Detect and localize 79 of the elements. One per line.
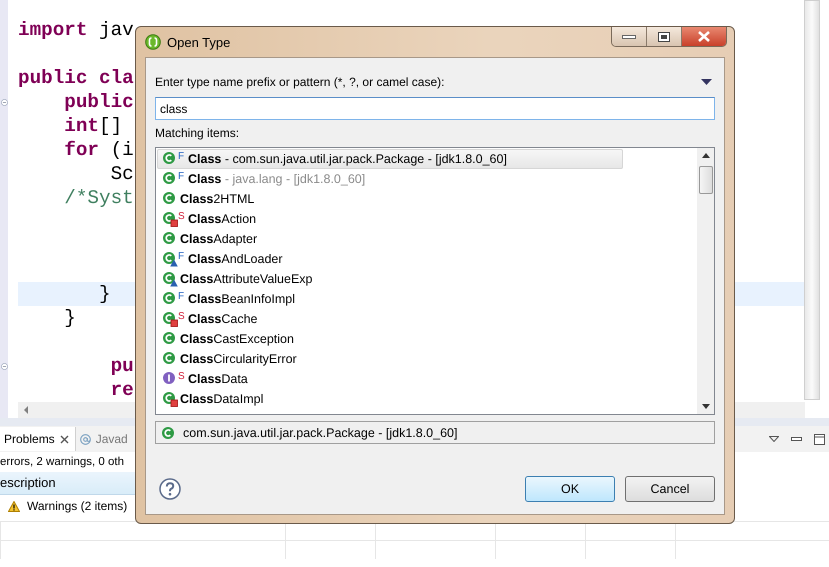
vertical-scrollbar[interactable] [804, 0, 820, 400]
type-item[interactable]: ClassAdapter [157, 229, 623, 249]
scroll-down-icon[interactable] [702, 404, 710, 409]
modifier-mark: F [178, 171, 186, 182]
code-line: public [63, 90, 134, 114]
type-item[interactable]: ClassCastException [157, 329, 623, 349]
modifier-mark: S [178, 311, 186, 322]
type-name: Class2HTML [180, 192, 254, 206]
cancel-button[interactable]: Cancel [625, 476, 715, 502]
type-name: ClassDataImpl [180, 392, 264, 406]
list-scrollbar[interactable] [697, 148, 714, 414]
type-item[interactable]: ClassAttributeValueExp [157, 269, 623, 289]
type-name: Class [188, 152, 222, 166]
help-icon[interactable] [159, 478, 181, 500]
maximize-icon [658, 32, 670, 42]
type-item[interactable]: F Class - com.sun.java.util.jar.pack.Package - [jdk1.8.0_60] [157, 149, 623, 169]
code-line: import jav [18, 18, 134, 42]
code-line: int[] [63, 114, 122, 138]
type-name: ClassBeanInfoImpl [188, 292, 296, 306]
code-line: pu [110, 354, 134, 378]
code-line: re [110, 378, 134, 402]
list-label: Matching items: [155, 126, 240, 140]
type-name: ClassAction [188, 212, 256, 226]
type-item[interactable]: S ClassAction [157, 209, 623, 229]
class-icon [161, 426, 175, 440]
scroll-thumb[interactable] [698, 166, 712, 194]
at-sign-icon [80, 434, 91, 444]
close-icon [697, 31, 711, 42]
close-icon[interactable] [60, 434, 69, 444]
modifier-mark: F [178, 151, 186, 162]
window-title: Open Type [167, 34, 230, 50]
tree-item[interactable]: Warnings (2 items) [27, 499, 128, 513]
details-text: com.sun.java.util.jar.pack.Package - [jdk1.8.0_60] [183, 426, 458, 440]
view-tab[interactable]: Javad [76, 427, 134, 451]
code-line: } [63, 306, 76, 330]
type-name: ClassCircularityError [180, 352, 297, 366]
maximize-button[interactable] [647, 27, 682, 46]
modifier-mark: S [178, 371, 186, 382]
maximize-icon[interactable] [814, 434, 825, 444]
type-name: ClassAttributeValueExp [180, 272, 312, 286]
type-item[interactable]: ClassCircularityError [157, 349, 623, 369]
modifier-mark: F [178, 291, 186, 302]
warning-icon [8, 500, 20, 512]
dropdown-icon[interactable] [701, 79, 712, 85]
view-tab[interactable]: Problems [0, 427, 76, 451]
type-name: ClassCache [188, 312, 258, 326]
code-line: } [98, 282, 111, 306]
type-item[interactable]: S ClassData [157, 369, 623, 389]
type-item[interactable]: ClassDataImpl [157, 389, 623, 409]
type-qualifier: - java.lang - [jdk1.8.0_60] [224, 172, 366, 186]
type-name: ClassAndLoader [188, 252, 283, 266]
search-field[interactable]: class [155, 97, 715, 120]
minimize-icon[interactable] [791, 437, 802, 441]
type-item[interactable]: F ClassBeanInfoImpl [157, 289, 623, 309]
modifier-mark: F [178, 251, 186, 262]
open-type-icon [145, 34, 161, 50]
type-item[interactable]: F Class - java.lang - [jdk1.8.0_60] [157, 169, 623, 189]
code-line: for (i [63, 138, 134, 162]
ok-button[interactable]: OK [525, 476, 615, 502]
type-qualifier: - com.sun.java.util.jar.pack.Package - [jdk1.8.0_60] [224, 152, 507, 166]
code-line: /*Syst [63, 186, 134, 210]
close-button[interactable] [682, 27, 726, 46]
modifier-mark: S [178, 211, 186, 222]
problems-summary: errors, 2 warnings, 0 oth [0, 455, 126, 470]
type-name: Class [188, 172, 222, 186]
scroll-left-icon[interactable] [22, 405, 30, 415]
type-item[interactable]: Class2HTML [157, 189, 623, 209]
type-name: ClassCastException [180, 332, 294, 346]
type-item[interactable]: S ClassCache [157, 309, 623, 329]
scroll-up-icon[interactable] [702, 153, 710, 158]
code-line: public cla [18, 66, 134, 90]
type-name: ClassData [188, 372, 248, 386]
code-line: Sc [110, 162, 134, 186]
minimize-button[interactable] [612, 27, 647, 46]
type-item[interactable]: F ClassAndLoader [157, 249, 623, 269]
prompt-label: Enter type name prefix or pattern (*, ?, or camel case): [155, 75, 444, 89]
view-menu-icon[interactable] [769, 436, 779, 442]
minimize-icon [622, 34, 636, 40]
type-name: ClassAdapter [180, 232, 258, 246]
